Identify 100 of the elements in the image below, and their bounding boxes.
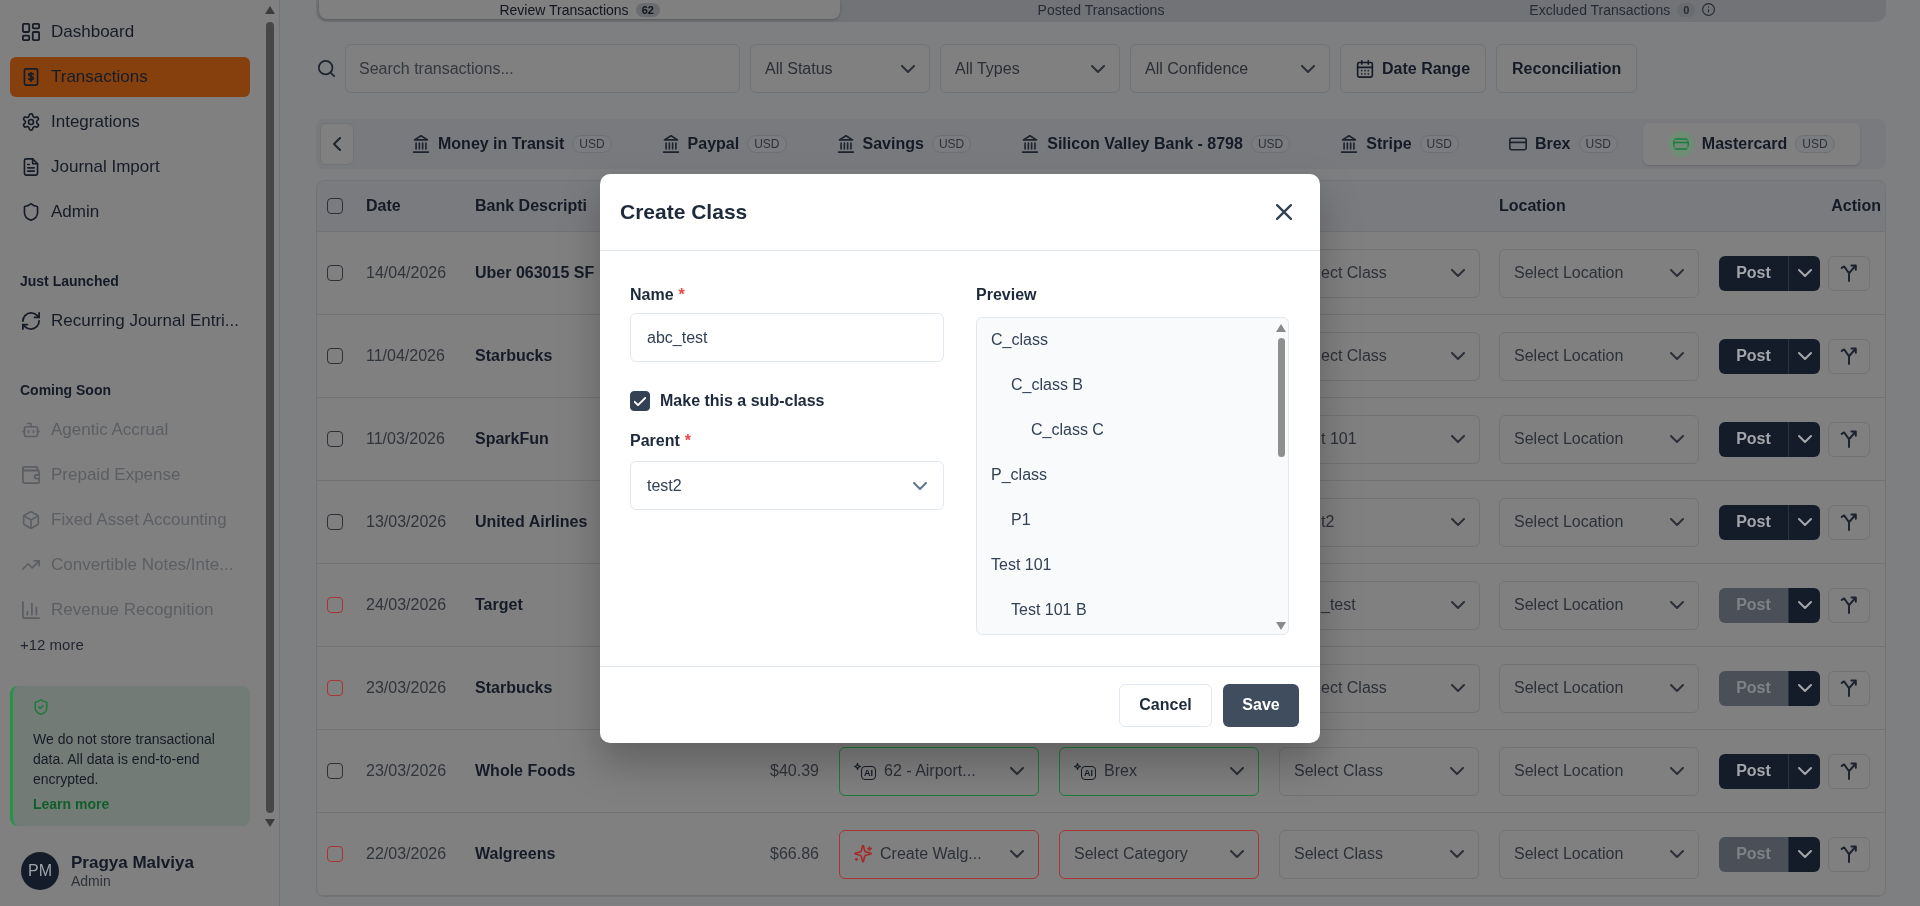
name-input[interactable]: abc_test [630, 313, 944, 362]
chevron-down-icon [1797, 352, 1812, 360]
search-field[interactable]: Search transactions... [345, 44, 740, 93]
status-tab[interactable]: Excluded Transactions 0 [1361, 0, 1883, 19]
more-link[interactable]: +12 more [20, 635, 84, 655]
split-button[interactable] [1828, 753, 1870, 789]
location-select[interactable]: Select Location [1499, 663, 1699, 713]
info-icon[interactable] [1702, 3, 1716, 16]
scrollbar-thumb[interactable] [1277, 338, 1285, 457]
class-select[interactable]: t2 [1320, 497, 1480, 547]
post-menu-button[interactable] [1788, 504, 1820, 540]
subclass-checkbox[interactable] [630, 391, 650, 411]
sidebar-item[interactable]: Dashboard [10, 12, 250, 52]
class-select[interactable]: ect Class [1320, 663, 1480, 713]
row-checkbox[interactable] [327, 431, 343, 447]
category-select[interactable]: Create Walg... [839, 829, 1039, 879]
post-menu-button[interactable] [1788, 753, 1820, 789]
class-select[interactable]: ect Class [1320, 331, 1480, 381]
location-select[interactable]: Select Location [1499, 829, 1699, 879]
scroll-down-icon[interactable] [1276, 622, 1286, 630]
class-select[interactable]: ect Class [1320, 248, 1480, 298]
category-select[interactable]: AI Brex [1059, 746, 1259, 796]
select-all-checkbox[interactable] [327, 198, 343, 214]
post-button[interactable]: Post [1719, 504, 1788, 540]
search-icon [318, 60, 335, 77]
post-menu-button[interactable] [1788, 338, 1820, 374]
split-button[interactable] [1828, 587, 1870, 623]
row-checkbox[interactable] [327, 763, 343, 779]
category-select[interactable]: AI 62 - Airport... [839, 746, 1039, 796]
class-select[interactable]: t 101 [1320, 414, 1480, 464]
split-button[interactable] [1828, 670, 1870, 706]
sidebar-item[interactable]: Integrations [10, 102, 250, 142]
post-menu-button[interactable] [1788, 670, 1820, 706]
split-button[interactable] [1828, 255, 1870, 291]
parent-select[interactable]: test2 [630, 461, 944, 510]
column-header: Location [1499, 197, 1566, 215]
scrollbar-thumb[interactable] [266, 22, 274, 813]
post-button[interactable]: Post [1719, 338, 1788, 374]
class-select[interactable]: Select Class [1279, 746, 1479, 796]
filter-dropdown[interactable]: All Types [940, 44, 1120, 93]
row-checkbox[interactable] [327, 680, 343, 696]
chevron-down-icon [1451, 684, 1465, 692]
status-tab[interactable]: Posted Transactions [840, 0, 1362, 19]
account-tab[interactable]: Brex USD [1483, 123, 1643, 165]
scroll-up-icon[interactable] [1276, 324, 1286, 332]
sidebar-item[interactable]: Admin [10, 192, 250, 232]
filter-button[interactable]: Reconciliation [1496, 44, 1638, 93]
split-button[interactable] [1828, 504, 1870, 540]
sidebar-item[interactable]: Transactions [10, 57, 250, 97]
cancel-button[interactable]: Cancel [1119, 683, 1212, 727]
section-title: Coming Soon [20, 381, 111, 400]
row-checkbox[interactable] [327, 514, 343, 530]
row-checkbox[interactable] [327, 348, 343, 364]
account-tab[interactable]: Paypal USD [636, 123, 812, 165]
row-checkbox[interactable] [327, 265, 343, 281]
account-tab[interactable]: Money in Transit USD [387, 123, 637, 165]
dollar-document-icon [22, 68, 40, 86]
account-tab[interactable]: Stripe USD [1315, 123, 1484, 165]
learn-more-link[interactable]: Learn more [33, 794, 110, 814]
sidebar-item[interactable]: Recurring Journal Entri... [10, 301, 250, 341]
bank-description: Uber 063015 SF [475, 264, 595, 282]
post-button[interactable]: Post [1719, 753, 1788, 789]
save-button[interactable]: Save [1223, 683, 1299, 727]
account-tab[interactable]: Silicon Valley Bank - 8798 USD [996, 123, 1316, 165]
location-select[interactable]: Select Location [1499, 580, 1699, 630]
scroll-left-button[interactable] [320, 123, 354, 165]
fork-arrow-icon [1840, 596, 1858, 614]
sidebar-item[interactable]: Journal Import [10, 147, 250, 187]
scroll-up-icon[interactable] [265, 6, 275, 14]
row-checkbox[interactable] [327, 597, 343, 613]
post-button[interactable]: Post [1719, 421, 1788, 457]
close-button[interactable] [1276, 204, 1292, 220]
post-menu-button[interactable] [1788, 255, 1820, 291]
gear-icon [22, 113, 40, 131]
chevron-down-icon [1670, 850, 1684, 858]
filter-button[interactable]: Date Range [1340, 44, 1487, 93]
location-select[interactable]: Select Location [1499, 746, 1699, 796]
class-select[interactable]: _test [1320, 580, 1480, 630]
post-menu-button[interactable] [1788, 836, 1820, 872]
post-button[interactable]: Post [1719, 255, 1788, 291]
user-avatar[interactable]: PM [21, 851, 59, 890]
category-select[interactable]: Select Category [1059, 829, 1259, 879]
class-select[interactable]: Select Class [1279, 829, 1479, 879]
location-select[interactable]: Select Location [1499, 248, 1699, 298]
post-menu-button[interactable] [1788, 421, 1820, 457]
location-select[interactable]: Select Location [1499, 497, 1699, 547]
account-tab[interactable]: Mastercard USD [1642, 123, 1860, 165]
location-select[interactable]: Select Location [1499, 414, 1699, 464]
split-button[interactable] [1828, 338, 1870, 374]
filter-dropdown[interactable]: All Status [750, 44, 930, 93]
filter-dropdown[interactable]: All Confidence [1130, 44, 1330, 93]
account-tab[interactable]: Savings USD [811, 123, 997, 165]
status-tab[interactable]: Review Transactions 62 [319, 0, 841, 19]
post-menu-button[interactable] [1788, 587, 1820, 623]
chevron-down-icon [1670, 601, 1684, 609]
location-select[interactable]: Select Location [1499, 331, 1699, 381]
row-checkbox[interactable] [327, 846, 343, 862]
scroll-down-icon[interactable] [265, 819, 275, 827]
split-button[interactable] [1828, 421, 1870, 457]
split-button[interactable] [1828, 836, 1870, 872]
